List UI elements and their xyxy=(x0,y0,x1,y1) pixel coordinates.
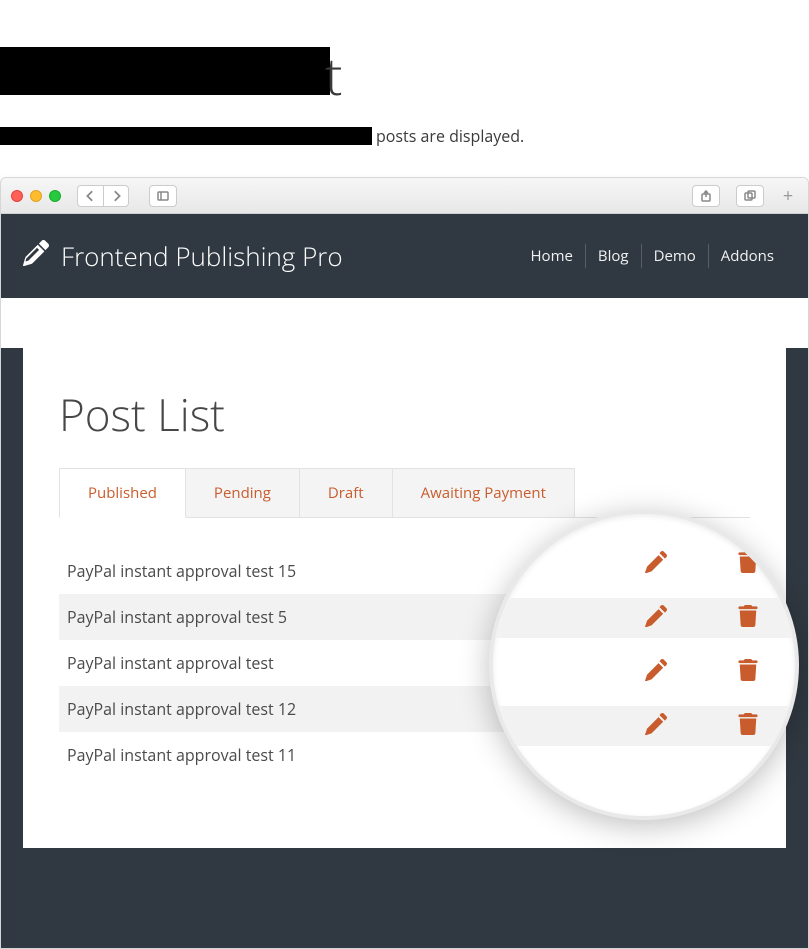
browser-window: + Frontend Publishing Pro Home Blog Demo… xyxy=(0,177,809,949)
share-button[interactable] xyxy=(692,185,720,207)
sidebar-toggle-button[interactable] xyxy=(149,185,177,207)
post-row: PayPal instant approval test 5 xyxy=(59,594,750,640)
post-title: PayPal instant approval test xyxy=(67,652,562,674)
nav-demo[interactable]: Demo xyxy=(642,244,709,268)
tabs-button[interactable] xyxy=(736,185,764,207)
page-title: Post List xyxy=(59,384,750,444)
trash-icon[interactable] xyxy=(704,606,720,622)
subtitle-tail: posts are displayed. xyxy=(376,125,524,147)
link-icon[interactable] xyxy=(584,744,600,760)
post-table: PayPal instant approval test 15 PayPal i… xyxy=(59,548,750,778)
link-icon[interactable] xyxy=(584,606,600,622)
post-row: PayPal instant approval test 15 xyxy=(59,548,750,594)
pen-nib-icon xyxy=(23,238,49,274)
primary-nav: Home Blog Demo Addons xyxy=(519,244,787,268)
redacted-bar xyxy=(0,127,372,145)
tab-awaiting-payment[interactable]: Awaiting Payment xyxy=(392,468,575,517)
pencil-icon[interactable] xyxy=(644,560,660,576)
tab-pending[interactable]: Pending xyxy=(185,468,300,517)
pencil-icon[interactable] xyxy=(644,652,660,668)
redacted-heading: t posts are displayed. xyxy=(0,0,809,177)
heading-tail: t xyxy=(325,40,342,111)
trash-icon[interactable] xyxy=(704,560,720,576)
post-title: PayPal instant approval test 12 xyxy=(67,698,562,720)
page-background: Post List Published Pending Draft Awaiti… xyxy=(1,348,808,948)
nav-blog[interactable]: Blog xyxy=(586,244,642,268)
window-zoom-dot[interactable] xyxy=(49,190,61,202)
site-header: Frontend Publishing Pro Home Blog Demo A… xyxy=(1,214,808,298)
trash-icon[interactable] xyxy=(704,744,720,760)
brand-label: Frontend Publishing Pro xyxy=(61,238,343,274)
nav-addons[interactable]: Addons xyxy=(709,244,786,268)
tabs: Published Pending Draft Awaiting Payment xyxy=(59,468,750,518)
redacted-bar xyxy=(0,47,330,95)
forward-button[interactable] xyxy=(103,185,129,207)
tab-draft[interactable]: Draft xyxy=(299,468,393,517)
post-title: PayPal instant approval test 11 xyxy=(67,744,562,766)
pencil-icon[interactable] xyxy=(644,744,660,760)
post-row: PayPal instant approval test 11 xyxy=(59,732,750,778)
link-icon[interactable] xyxy=(584,698,600,714)
post-title: PayPal instant approval test 5 xyxy=(67,606,562,628)
trash-icon[interactable] xyxy=(704,698,720,714)
site-brand[interactable]: Frontend Publishing Pro xyxy=(23,238,343,274)
post-title: PayPal instant approval test 15 xyxy=(67,560,562,582)
back-button[interactable] xyxy=(77,185,103,207)
nav-home[interactable]: Home xyxy=(519,244,586,268)
window-minimize-dot[interactable] xyxy=(30,190,42,202)
trash-icon[interactable] xyxy=(704,652,720,668)
content-card: Post List Published Pending Draft Awaiti… xyxy=(23,348,786,848)
tab-published[interactable]: Published xyxy=(59,468,186,518)
new-tab-button[interactable]: + xyxy=(778,184,798,208)
window-close-dot[interactable] xyxy=(11,190,23,202)
post-row: PayPal instant approval test 12 xyxy=(59,686,750,732)
pencil-icon[interactable] xyxy=(644,698,660,714)
browser-chrome: + xyxy=(1,178,808,214)
pencil-icon[interactable] xyxy=(644,606,660,622)
post-row: PayPal instant approval test xyxy=(59,640,750,686)
